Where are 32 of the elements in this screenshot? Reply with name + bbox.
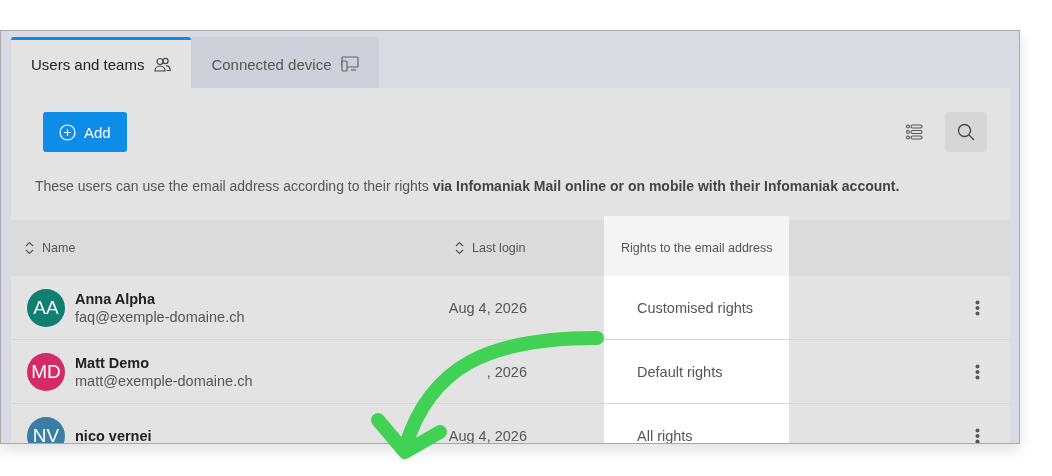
user-name: Anna Alpha [75, 290, 157, 307]
users-icon [154, 56, 172, 72]
user-email: matt@exemple-domaine.ch [75, 372, 253, 389]
list-view-icon[interactable] [906, 124, 923, 140]
plus-circle-icon [59, 123, 76, 141]
user-email: faq@exemple-domaine.ch [75, 308, 245, 325]
tab[interactable]: Users and teams [11, 37, 192, 88]
column-header[interactable]: Name [42, 241, 76, 255]
sort-icon[interactable] [455, 241, 464, 255]
description-text: These users can use the email address according to their rights via Infomaniak Mail online or on mobile with their Infomaniak account. [35, 178, 901, 194]
sort-icon[interactable] [25, 241, 34, 255]
more-options-icon[interactable] [975, 427, 980, 443]
column-header[interactable]: Last login [472, 241, 526, 255]
rights-text: All rights [637, 427, 693, 443]
add-button[interactable]: Add [43, 112, 127, 152]
device-icon [341, 56, 360, 72]
user-name: Matt Demo [75, 354, 151, 371]
last-login-date: Aug 4, 2026 [447, 299, 527, 316]
search-icon [957, 123, 975, 141]
column-header: Rights to the email address [621, 241, 773, 255]
avatar: AA [27, 288, 65, 327]
tab[interactable]: Connected device [191, 37, 380, 88]
avatar: NV [27, 416, 65, 443]
last-login-date: Aug 4, 2026 [447, 427, 527, 443]
rights-text: Default rights [637, 363, 723, 380]
more-options-icon[interactable] [975, 363, 980, 380]
search-button[interactable] [945, 112, 987, 152]
avatar: MD [27, 352, 65, 391]
more-options-icon[interactable] [975, 299, 980, 316]
user-name: nico vernei [75, 427, 152, 443]
last-login-date: , 2026 [485, 363, 527, 380]
rights-text: Customised rights [637, 299, 754, 316]
